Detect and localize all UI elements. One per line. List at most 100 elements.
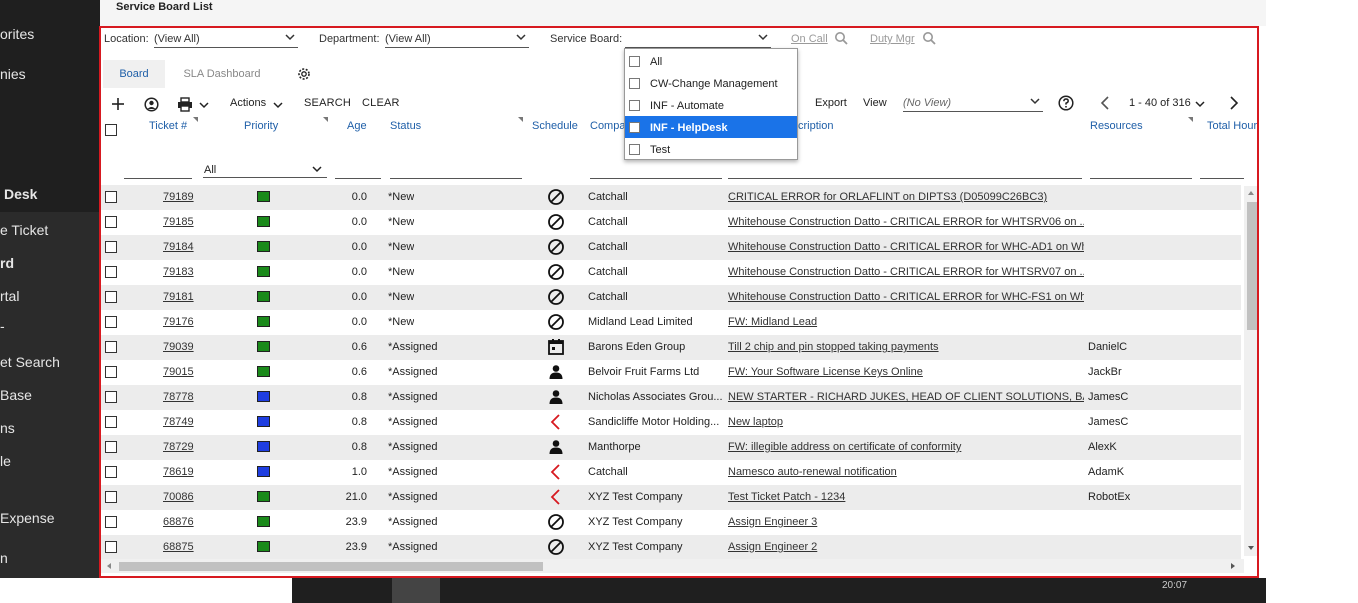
option-checkbox[interactable] <box>629 144 640 155</box>
ticket-summary-link[interactable]: FW: Your Software License Keys Online <box>728 366 1084 378</box>
sidebar-item-favorites[interactable]: orites <box>0 26 34 42</box>
sidebar-item-service-board[interactable]: rd <box>0 255 14 271</box>
clear-button[interactable]: CLEAR <box>362 97 400 109</box>
total-hours-filter-input[interactable] <box>1200 178 1244 179</box>
column-header-resources[interactable]: Resources <box>1090 120 1143 142</box>
row-checkbox[interactable] <box>105 341 117 353</box>
row-checkbox[interactable] <box>105 491 117 503</box>
ticket-number-link[interactable]: 79039 <box>163 341 194 353</box>
ticket-summary-link[interactable]: Whitehouse Construction Datto - CRITICAL… <box>728 266 1084 278</box>
actions-menu[interactable]: Actions <box>230 97 266 109</box>
help-icon[interactable] <box>1058 95 1074 111</box>
table-row[interactable]: 79181 0.0 *New Catchall Whitehouse Construct… <box>101 285 1241 310</box>
dropdown-option-inf-helpdesk[interactable]: INF - HelpDesk <box>625 116 797 138</box>
option-checkbox[interactable] <box>629 56 640 67</box>
column-header-company[interactable]: Compa <box>590 120 625 142</box>
ticket-number-link[interactable]: 70086 <box>163 491 194 503</box>
department-select[interactable]: (View All) <box>385 30 529 48</box>
table-row[interactable]: 79039 0.6 *Assigned Barons Eden Group Till 2… <box>101 335 1241 360</box>
table-row[interactable]: 79184 0.0 *New Catchall Whitehouse Construct… <box>101 235 1241 260</box>
column-header-schedule[interactable]: Schedule <box>532 120 578 142</box>
resources-filter-input[interactable] <box>1090 178 1192 179</box>
chevron-down-icon[interactable] <box>272 99 284 111</box>
duty-manager-link[interactable]: Duty Mgr <box>870 33 915 45</box>
chevron-left-icon[interactable] <box>1098 95 1112 111</box>
row-checkbox[interactable] <box>105 216 117 228</box>
ticket-number-link[interactable]: 78619 <box>163 466 194 478</box>
table-row[interactable]: 78749 0.8 *Assigned Sandicliffe Motor Holdi… <box>101 410 1241 435</box>
dropdown-option-test[interactable]: Test <box>625 138 797 160</box>
ticket-number-link[interactable]: 79183 <box>163 266 194 278</box>
column-header-ticket[interactable]: Ticket # <box>149 120 187 142</box>
row-checkbox[interactable] <box>105 366 117 378</box>
ticket-summary-link[interactable]: Assign Engineer 3 <box>728 516 1084 528</box>
chevron-down-icon[interactable] <box>1194 98 1206 110</box>
ticket-summary-link[interactable]: Test Ticket Patch - 1234 <box>728 491 1084 503</box>
ticket-number-link[interactable]: 79185 <box>163 216 194 228</box>
sidebar-item-portal[interactable]: rtal <box>0 288 19 304</box>
column-header-priority[interactable]: Priority <box>244 120 278 142</box>
location-select[interactable]: (View All) <box>154 30 298 48</box>
ticket-number-link[interactable]: 78749 <box>163 416 194 428</box>
row-checkbox[interactable] <box>105 391 117 403</box>
column-header-total-hours[interactable]: Total Hour <box>1207 120 1257 142</box>
scroll-right-icon[interactable] <box>1229 562 1237 570</box>
row-checkbox[interactable] <box>105 466 117 478</box>
age-filter-input[interactable] <box>335 178 381 179</box>
row-checkbox[interactable] <box>105 291 117 303</box>
taskbar-app-button[interactable] <box>392 578 440 603</box>
table-row[interactable]: 68875 23.9 *Assigned XYZ Test Company Assign… <box>101 535 1241 560</box>
sidebar-item-knowledge-base[interactable]: Base <box>0 387 32 403</box>
ticket-filter-input[interactable] <box>124 178 192 179</box>
tab-sla-dashboard[interactable]: SLA Dashboard <box>173 60 271 88</box>
row-checkbox[interactable] <box>105 266 117 278</box>
table-row[interactable]: 78619 1.0 *Assigned Catchall Namesco auto-re… <box>101 460 1241 485</box>
ticket-number-link[interactable]: 79176 <box>163 316 194 328</box>
sidebar-item-service-ticket[interactable]: e Ticket <box>0 222 48 238</box>
dropdown-option-inf-automate[interactable]: INF - Automate <box>625 94 797 116</box>
ticket-summary-link[interactable]: Whitehouse Construction Datto - CRITICAL… <box>728 291 1084 303</box>
row-checkbox[interactable] <box>105 441 117 453</box>
ticket-number-link[interactable]: 78778 <box>163 391 194 403</box>
sidebar-item-ticket-search[interactable]: et Search <box>0 354 60 370</box>
sidebar-item-expense[interactable]: Expense <box>0 510 54 526</box>
sidebar-item-more[interactable]: n <box>0 550 8 566</box>
gear-icon[interactable] <box>297 67 311 81</box>
column-header-status[interactable]: Status <box>390 120 421 142</box>
chevron-down-icon[interactable] <box>198 99 210 111</box>
option-checkbox[interactable] <box>629 100 640 111</box>
sidebar-item-schedule[interactable]: le <box>0 453 11 469</box>
search-button[interactable]: SEARCH <box>304 97 351 109</box>
row-checkbox[interactable] <box>105 541 117 553</box>
row-checkbox[interactable] <box>105 316 117 328</box>
table-row[interactable]: 79185 0.0 *New Catchall Whitehouse Construct… <box>101 210 1241 235</box>
ticket-summary-link[interactable]: NEW STARTER - RICHARD JUKES, HEAD OF CLI… <box>728 391 1084 403</box>
dropdown-option-all[interactable]: All <box>625 50 797 72</box>
ticket-summary-link[interactable]: Namesco auto-renewal notification <box>728 466 1084 478</box>
vertical-scrollbar-thumb[interactable] <box>1247 202 1257 330</box>
ticket-number-link[interactable]: 79181 <box>163 291 194 303</box>
ticket-summary-link[interactable]: Whitehouse Construction Datto - CRITICAL… <box>728 216 1084 228</box>
company-filter-input[interactable] <box>590 178 722 179</box>
add-icon[interactable] <box>111 97 125 111</box>
table-row[interactable]: 68876 23.9 *Assigned XYZ Test Company Assign… <box>101 510 1241 535</box>
sidebar-item-service-desk[interactable]: Desk <box>4 186 37 202</box>
table-row[interactable]: 78729 0.8 *Assigned Manthorpe FW: illegible … <box>101 435 1241 460</box>
ticket-number-link[interactable]: 78729 <box>163 441 194 453</box>
ticket-number-link[interactable]: 79184 <box>163 241 194 253</box>
ticket-summary-link[interactable]: Till 2 chip and pin stopped taking payme… <box>728 341 1084 353</box>
scroll-up-icon[interactable] <box>1247 189 1255 197</box>
service-board-select[interactable] <box>625 30 771 48</box>
sidebar-item-separator[interactable]: - <box>0 318 5 334</box>
description-filter-input[interactable] <box>728 178 1082 179</box>
search-icon[interactable] <box>834 31 848 45</box>
ticket-summary-link[interactable]: CRITICAL ERROR for ORLAFLINT on DIPTS3 (… <box>728 191 1084 203</box>
export-button[interactable]: Export <box>815 97 847 109</box>
column-header-description[interactable]: cription <box>798 120 833 142</box>
table-row[interactable]: 70086 21.0 *Assigned XYZ Test Company Test T… <box>101 485 1241 510</box>
scroll-down-icon[interactable] <box>1247 544 1255 552</box>
row-checkbox[interactable] <box>105 416 117 428</box>
scroll-left-icon[interactable] <box>105 562 113 570</box>
tab-board[interactable]: Board <box>103 60 165 88</box>
horizontal-scrollbar-thumb[interactable] <box>119 562 543 571</box>
